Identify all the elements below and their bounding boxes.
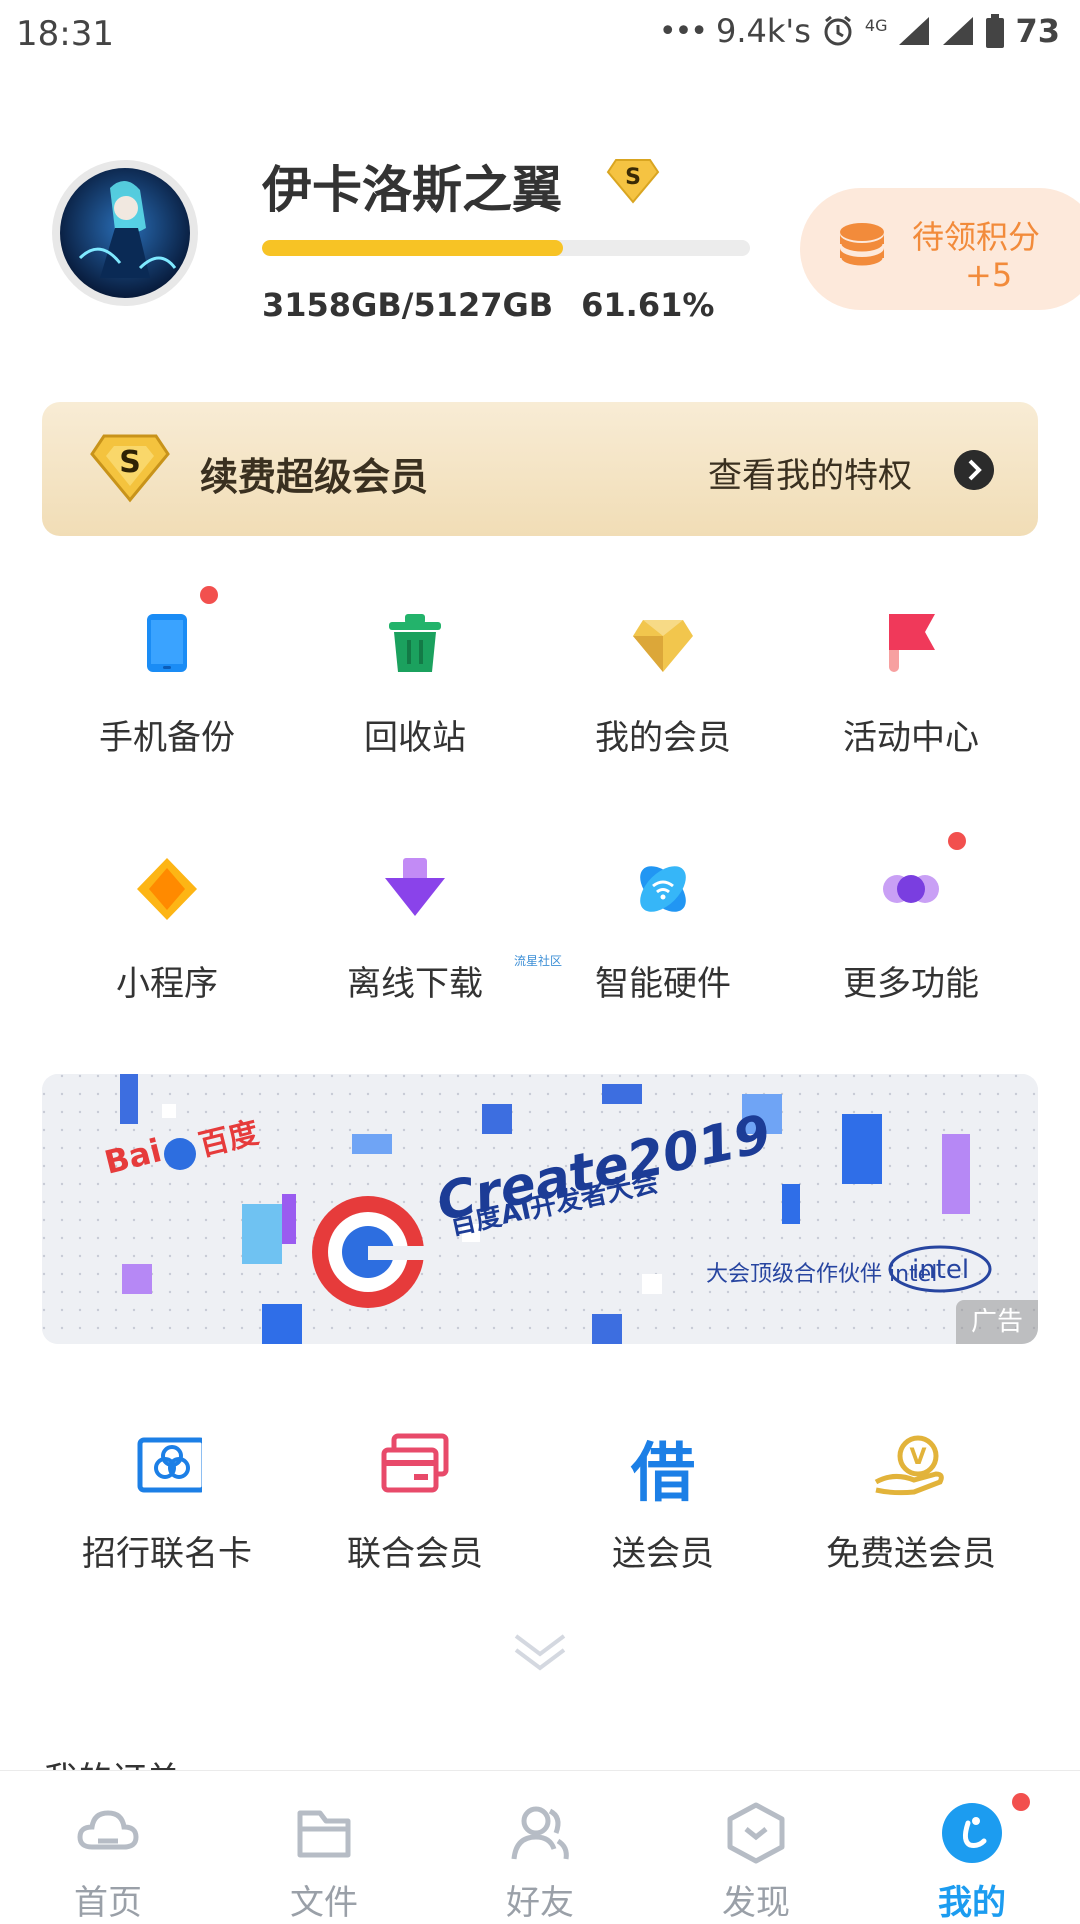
borrow-icon: 借 (631, 1437, 695, 1511)
network-speed: 9.4k's (716, 12, 811, 50)
vip-badge-letter: S (625, 165, 641, 190)
folder-icon (297, 1810, 351, 1858)
friends-icon (511, 1806, 569, 1860)
points-value: +5 (965, 256, 1013, 294)
grid-label: 回收站 (364, 718, 466, 758)
grid-item-mini-program[interactable]: 小程序 (42, 856, 292, 1016)
storage-usage: 3158GB/5127GB (262, 286, 554, 324)
grid-label: 离线下载 (347, 964, 483, 1004)
grid-item-offline-download[interactable]: 离线下载 (290, 856, 540, 1016)
phone-icon (147, 614, 187, 672)
more-dots-icon: ••• (658, 13, 708, 49)
battery-icon (986, 14, 1005, 48)
tab-home[interactable]: 首页 (0, 1771, 216, 1923)
grid-item-recycle-bin[interactable]: 回收站 (290, 610, 540, 770)
promo-joint-membership[interactable]: 联合会员 (290, 1432, 540, 1592)
trash-icon (389, 614, 441, 672)
storage-progress-fill (262, 240, 563, 256)
renew-title: 续费超级会员 (200, 455, 429, 499)
status-time: 18:31 (16, 14, 114, 54)
vip-diamond-letter: S (119, 445, 141, 480)
avatar-image (60, 168, 190, 298)
tab-me[interactable]: 我的 (864, 1771, 1080, 1923)
storage-info: 3158GB/5127GB 61.61% (262, 286, 714, 324)
promo-label: 送会员 (612, 1534, 714, 1574)
grid-label: 手机备份 (99, 718, 235, 758)
arrow-right-icon[interactable] (954, 450, 994, 490)
status-right: ••• 9.4k's 4G 73 (659, 12, 1060, 50)
status-bar: 18:31 ••• 9.4k's 4G 73 (0, 0, 1080, 76)
coins-icon (838, 223, 886, 269)
points-label: 待领积分 (912, 218, 1041, 256)
storage-progress-bar (262, 240, 750, 256)
me-icon (942, 1803, 1002, 1863)
grid-label: 活动中心 (843, 718, 979, 758)
grid-item-my-membership[interactable]: 我的会员 (538, 610, 788, 770)
diamond-icon (633, 620, 693, 672)
card-icon (381, 1433, 449, 1493)
grid-item-smart-hardware[interactable]: 智能硬件 (538, 856, 788, 1016)
grid-item-phone-backup[interactable]: 手机备份 (42, 610, 292, 770)
grid-label: 我的会员 (595, 718, 731, 758)
battery-level: 73 (1015, 12, 1060, 50)
vip-badge-icon[interactable]: S (606, 158, 660, 204)
tab-friends[interactable]: 好友 (432, 1771, 648, 1923)
hand-coin-icon: V (874, 1435, 944, 1496)
tab-discover[interactable]: 发现 (648, 1771, 864, 1923)
discover-icon (727, 1802, 785, 1864)
bank-card-icon (137, 1437, 202, 1493)
promo-label: 联合会员 (347, 1534, 483, 1574)
tab-label: 发现 (722, 1883, 790, 1923)
notification-dot (948, 832, 966, 850)
grid-label: 智能硬件 (595, 964, 731, 1004)
tab-label: 好友 (506, 1883, 574, 1923)
tab-files[interactable]: 文件 (216, 1771, 432, 1923)
more-icon (883, 875, 939, 903)
bottom-tab-bar: 首页 文件 好友 发现 我的 (0, 1770, 1080, 1923)
promo-label: 招行联名卡 (82, 1534, 252, 1574)
vip-diamond-icon: S (90, 434, 170, 503)
notification-dot (200, 586, 218, 604)
tab-label: 我的 (938, 1883, 1006, 1923)
signal-2-icon (943, 17, 974, 45)
promo-bank-card[interactable]: 招行联名卡 (42, 1432, 292, 1592)
ad-tag: 广告 (956, 1300, 1038, 1344)
notification-dot (1012, 1793, 1030, 1811)
signal-icon (899, 17, 930, 45)
ad-banner[interactable]: Bai 百度 intel Create2019 百度AI开发者大会 大会顶级合作… (42, 1074, 1038, 1344)
grid-item-more-features[interactable]: 更多功能 (786, 856, 1036, 1016)
grid-item-activity-center[interactable]: 活动中心 (786, 610, 1036, 770)
alarm-icon (824, 15, 852, 46)
avatar[interactable] (52, 160, 198, 306)
renew-banner[interactable]: S 续费超级会员 查看我的特权 (42, 402, 1038, 536)
network-type: 4G (864, 16, 888, 35)
mini-program-icon (137, 858, 197, 920)
username[interactable]: 伊卡洛斯之翼 (262, 150, 562, 222)
flag-icon (889, 614, 935, 672)
grid-label: 更多功能 (843, 964, 979, 1004)
tab-label: 首页 (74, 1883, 142, 1923)
download-icon (385, 858, 445, 916)
view-privileges-link[interactable]: 查看我的特权 (708, 448, 912, 497)
cloud-icon (77, 1810, 139, 1850)
promo-label: 免费送会员 (826, 1534, 996, 1574)
points-button[interactable]: 待领积分 +5 (800, 188, 1080, 310)
smart-hardware-icon (640, 866, 686, 912)
ad-partner: 大会顶级合作伙伴 intel (706, 1262, 938, 1287)
grid-label: 小程序 (116, 964, 218, 1004)
svg-text:V: V (909, 1445, 926, 1470)
promo-gift-membership[interactable]: 借 送会员 (538, 1432, 788, 1592)
chevron-down-icon[interactable] (512, 1630, 568, 1674)
promo-free-membership[interactable]: V 免费送会员 (786, 1432, 1036, 1592)
tab-label: 文件 (290, 1883, 358, 1923)
storage-percent: 61.61% (581, 286, 715, 324)
